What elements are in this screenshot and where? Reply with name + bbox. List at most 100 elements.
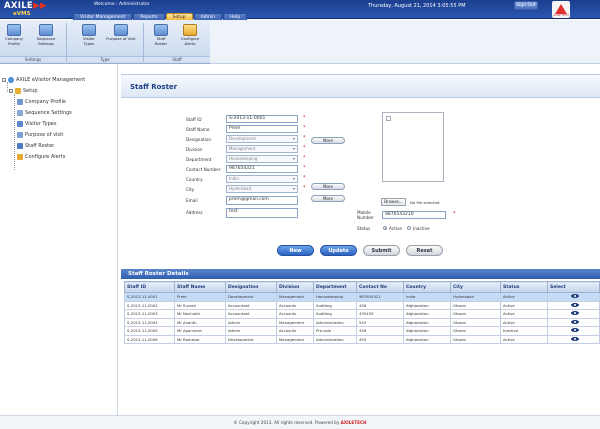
column-header[interactable]: Department — [313, 281, 357, 293]
app-logo[interactable]: AXILE▶▶ eVMS — [4, 1, 56, 18]
column-header[interactable]: Country — [403, 281, 451, 293]
table-cell: Ghazni — [450, 309, 501, 319]
column-header[interactable]: Contact No — [356, 281, 404, 293]
address-field[interactable]: test — [226, 208, 298, 218]
column-header[interactable]: City — [450, 281, 501, 293]
table-cell: Accounts — [276, 309, 314, 319]
tab-reports[interactable]: Reports — [133, 13, 165, 20]
country-more-button[interactable]: More — [311, 183, 345, 190]
table-row[interactable]: S-2013-11-0004 Mr Ananth Admin Management Ad… — [124, 317, 600, 327]
logo-arrow-icon: ▶▶ — [33, 1, 47, 11]
table-cell: Active — [500, 300, 548, 310]
ribbon-configure-alerts-button[interactable]: Configure Alerts — [176, 24, 204, 52]
status-inactive-radio[interactable] — [407, 226, 411, 230]
column-header[interactable]: Designation — [225, 281, 277, 293]
division-label: Division — [186, 147, 203, 152]
new-button[interactable]: New — [277, 245, 314, 256]
table-row[interactable]: S-2013-11-0003 Mr Nachiath Accountant Accou… — [124, 309, 600, 319]
tree-item-configure-alerts[interactable]: Configure Alerts — [17, 153, 65, 160]
company-profile-icon — [7, 24, 21, 36]
view-eye-icon[interactable] — [570, 311, 579, 316]
tree-setup-node[interactable]: − Setup — [9, 87, 38, 94]
reset-button[interactable]: Reset — [406, 245, 443, 256]
collapse-icon[interactable]: − — [9, 88, 13, 93]
tree-item-staff-roster[interactable]: Staff Roster — [17, 142, 54, 149]
table-row[interactable]: S-2013-11-0001 Prem Development Management H… — [124, 292, 600, 302]
collapse-icon[interactable]: − — [2, 77, 6, 82]
contact-number-field[interactable]: 987654321 — [226, 165, 298, 173]
column-header[interactable]: Staff ID — [124, 281, 175, 293]
required-marker: * — [303, 185, 306, 191]
logo-subtext: eVMS — [13, 11, 31, 17]
division-select[interactable]: Management — [226, 145, 298, 153]
required-marker: * — [303, 165, 306, 171]
table-cell: Mr Ananth — [174, 317, 226, 327]
table-row[interactable]: S-2013-11-0006 Mr Ramesar Development Manag… — [124, 334, 600, 344]
table-cell: Ghazni — [450, 317, 501, 327]
tab-visitor-management[interactable]: Visitor Management — [73, 13, 133, 20]
column-header[interactable]: Select — [547, 281, 600, 293]
designation-select[interactable]: Development — [226, 135, 298, 143]
staff-roster-icon — [17, 142, 23, 149]
ribbon-sequence-settings-button[interactable]: Sequence Settings — [32, 24, 60, 52]
mobile-number-field[interactable]: 9876543210 — [382, 211, 446, 219]
tree-item-sequence-settings[interactable]: Sequence Settings — [17, 109, 72, 116]
status-active-radio[interactable] — [383, 226, 387, 230]
tree-item-visitor-types[interactable]: Visitor Types — [17, 120, 56, 127]
status-inactive-label: Inactive — [413, 226, 430, 231]
table-cell: S-2013-11-0002 — [124, 300, 175, 310]
table-cell: India — [403, 292, 451, 302]
brand-logo-text: AXILE TECH — [553, 14, 569, 17]
tab-admin[interactable]: Admin — [193, 13, 222, 20]
copyright-text: © Copyright 2013. All rights reserved. P… — [233, 420, 340, 425]
view-eye-icon[interactable] — [570, 328, 579, 333]
designation-label: Designation — [186, 137, 212, 142]
table-cell: Management — [276, 292, 314, 302]
tree-root-node[interactable]: − AXILE eVisitor Management — [2, 76, 85, 83]
purpose-of-visit-icon — [17, 131, 23, 138]
view-eye-icon[interactable] — [570, 302, 579, 307]
column-header[interactable]: Staff Name — [174, 281, 226, 293]
table-cell: Ghazni — [450, 300, 501, 310]
ribbon-group-settings: Settings — [0, 56, 66, 62]
ribbon-purpose-of-visit-button[interactable]: Purpose of Visit — [106, 24, 136, 52]
table-cell: Afghanistan — [403, 326, 451, 336]
tab-help[interactable]: Help — [223, 13, 248, 20]
sign-out-button[interactable]: Sign Out — [514, 1, 538, 10]
staff-name-field[interactable]: Prem — [226, 125, 298, 133]
ribbon-company-profile-button[interactable]: Company Profile — [3, 24, 25, 52]
setup-ribbon: Company Profile Sequence Settings Visito… — [0, 20, 210, 64]
view-eye-icon[interactable] — [570, 294, 579, 299]
tree-item-purpose-of-visit[interactable]: Purpose of visit — [17, 131, 63, 138]
tab-setup[interactable]: Setup — [165, 13, 193, 20]
table-cell: Active — [500, 292, 548, 302]
required-marker: * — [303, 145, 306, 151]
ribbon-staff-roster-button[interactable]: Staff Roster — [150, 24, 172, 52]
country-select[interactable]: India — [226, 175, 298, 183]
email-field[interactable]: prem@gmail.com — [226, 196, 298, 205]
update-button[interactable]: Update — [320, 245, 357, 256]
table-row[interactable]: S-2013-11-0002 Mr Suresh Accountant Account… — [124, 300, 600, 310]
designation-more-button[interactable]: More — [311, 137, 345, 144]
select-cell — [547, 292, 600, 302]
configure-alerts-icon — [17, 153, 23, 160]
tree-item-company-profile[interactable]: Company Profile — [17, 98, 66, 105]
table-row[interactable]: S-2013-11-0005 Mr Aparvlesh Admin Accounts P… — [124, 326, 600, 336]
view-eye-icon[interactable] — [570, 336, 579, 341]
column-header[interactable]: Status — [500, 281, 548, 293]
table-cell: Active — [500, 334, 548, 344]
submit-button[interactable]: Submit — [363, 245, 400, 256]
column-header[interactable]: Division — [276, 281, 314, 293]
view-eye-icon[interactable] — [570, 319, 579, 324]
powered-by-brand[interactable]: AXILETECH — [341, 420, 367, 425]
country-label: Country — [186, 177, 203, 182]
company-logo: AXILE TECH — [552, 1, 570, 18]
staff-id-field[interactable]: S-2013-11-0001 — [226, 115, 298, 123]
city-select[interactable]: Hyderabad — [226, 185, 298, 193]
welcome-text: Welcome : Administrator — [94, 2, 150, 7]
browse-button[interactable]: Browse... — [381, 198, 406, 206]
city-more-button[interactable]: More — [311, 195, 345, 202]
ribbon-visitor-types-button[interactable]: Visitor Types — [78, 24, 100, 52]
details-section-title: Staff Roster Details — [121, 269, 600, 279]
department-select[interactable]: Housekeeping — [226, 155, 298, 163]
